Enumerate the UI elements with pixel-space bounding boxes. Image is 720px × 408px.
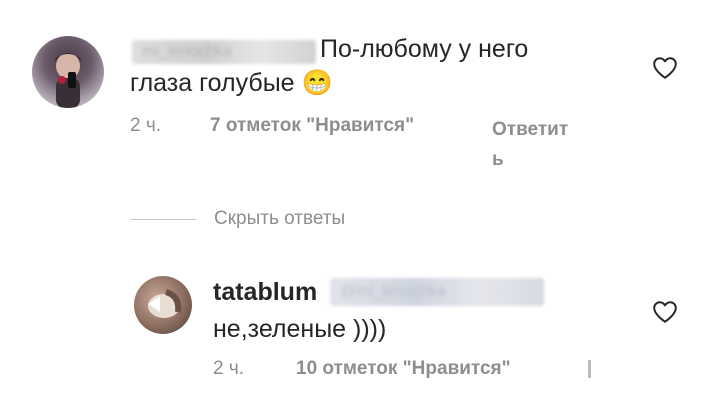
reply-like-heart-icon[interactable] (652, 300, 678, 324)
replies-divider (130, 219, 196, 220)
reply-text: не,зеленые )))) (213, 315, 387, 343)
reply-button-label-2: ь (492, 149, 504, 170)
reply-button-label-1: Ответит (492, 119, 569, 140)
comment-text-line-1: По-любому у него (320, 35, 529, 63)
reply-button[interactable]: Ответит ь (492, 115, 568, 175)
comment-likes-count[interactable]: 7 отметок "Нравится" (210, 115, 414, 137)
comment-time: 2 ч. (130, 115, 162, 136)
comment-text-line-2: глаза голубые 😁 (130, 69, 333, 97)
redacted-mention[interactable]: @mi_lenochka (330, 278, 544, 306)
reply-avatar[interactable] (134, 276, 192, 334)
hide-replies-button[interactable]: Скрыть ответы (214, 208, 345, 230)
reply-username[interactable]: tatablum (213, 278, 317, 307)
redacted-username[interactable]: mi_lenochka (132, 40, 316, 64)
clipped-reply-button-fragment[interactable] (588, 360, 591, 378)
reply-time: 2 ч. (213, 358, 245, 379)
reply-likes-count[interactable]: 10 отметок "Нравится" (296, 358, 511, 380)
like-heart-icon[interactable] (652, 56, 678, 80)
commenter-avatar[interactable] (32, 36, 104, 108)
